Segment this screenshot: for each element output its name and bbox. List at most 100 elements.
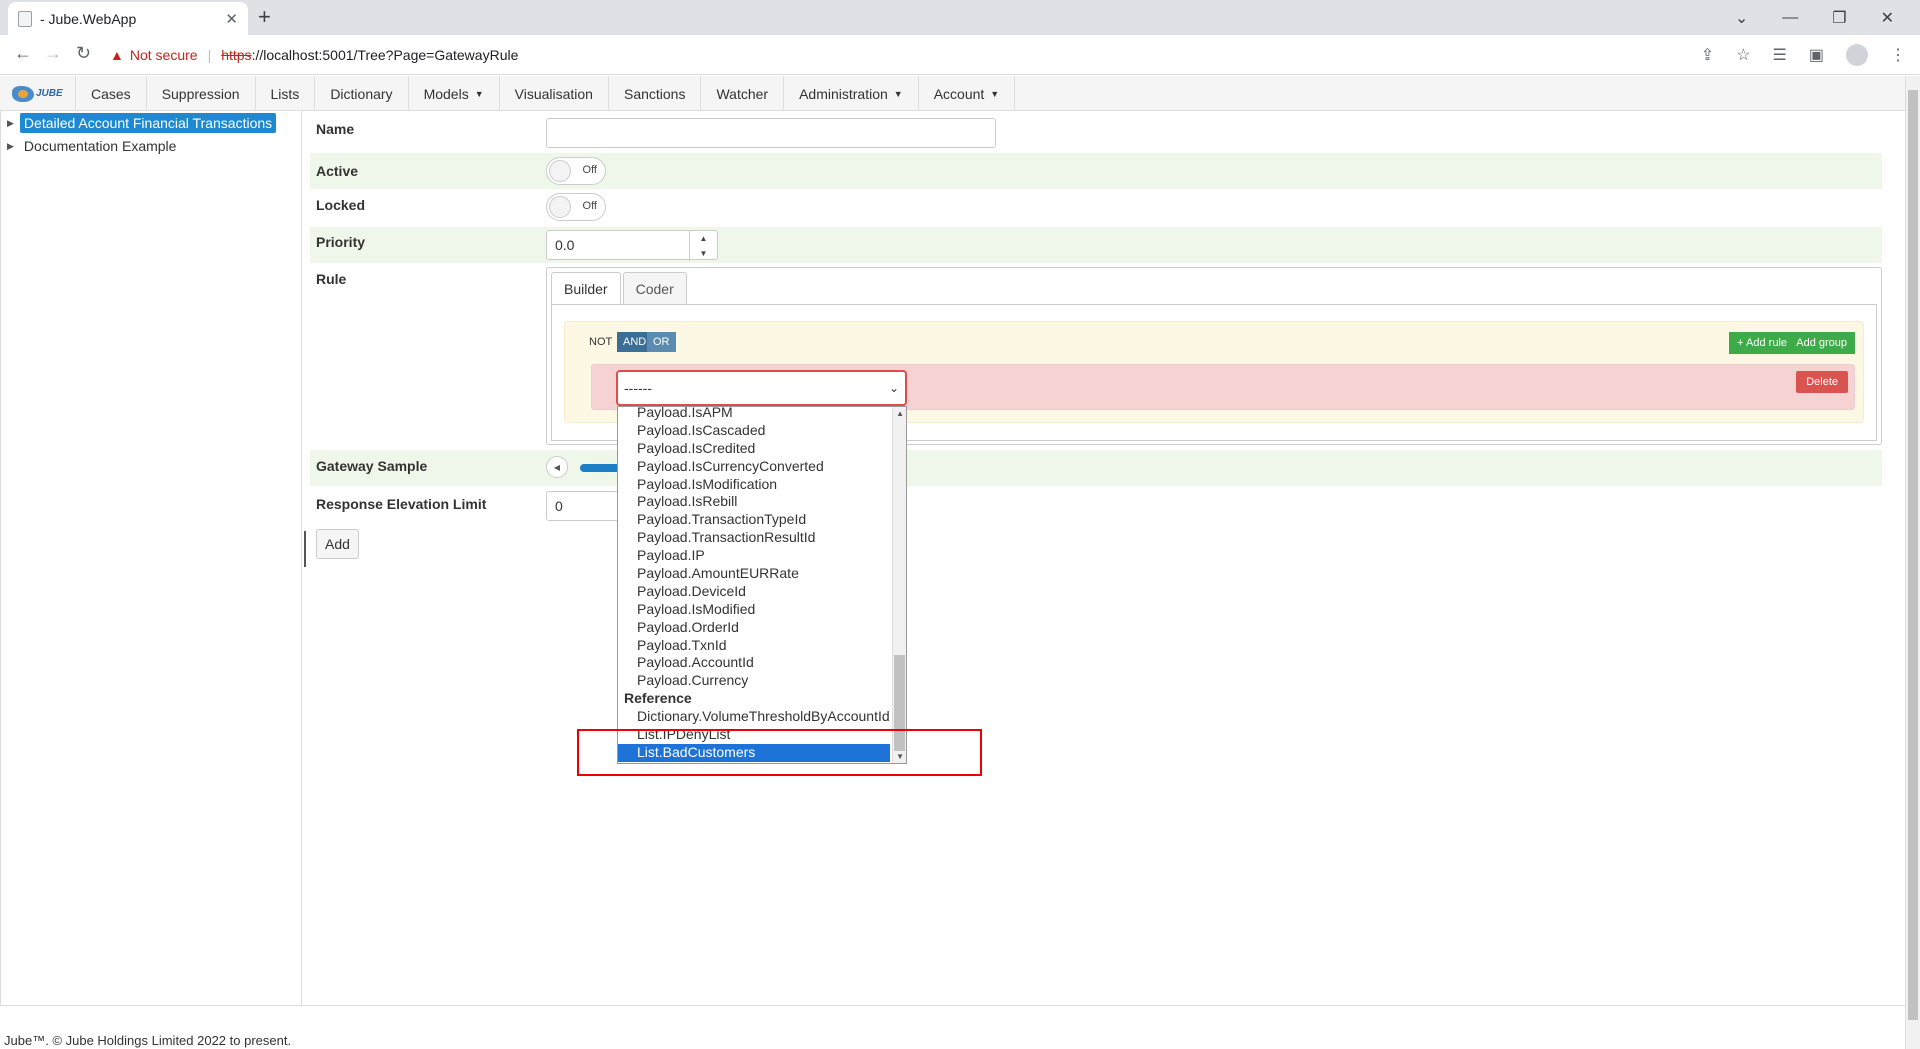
gateway-sample-row: Gateway Sample ◀ bbox=[310, 450, 1882, 486]
menu-models[interactable]: Models ▼ bbox=[409, 76, 500, 111]
menu-account[interactable]: Account ▼ bbox=[919, 76, 1016, 111]
dropdown-option[interactable]: Payload.DeviceId bbox=[618, 583, 906, 601]
or-button[interactable]: OR bbox=[647, 332, 676, 352]
arrow-down-icon[interactable]: ▼ bbox=[700, 249, 708, 258]
add-button[interactable]: Add bbox=[316, 529, 359, 559]
response-elevation-input[interactable]: 0 bbox=[546, 491, 626, 521]
model-tree-sidebar: ▶ Detailed Account Financial Transaction… bbox=[0, 111, 302, 1005]
dropdown-option[interactable]: Payload.IsModification bbox=[618, 476, 906, 494]
dropdown-option[interactable]: Payload.OrderId bbox=[618, 619, 906, 637]
select-value: ------ bbox=[624, 380, 652, 396]
security-label: Not secure bbox=[129, 47, 198, 63]
app-menu-bar: JUBE Cases Suppression Lists Dictionary … bbox=[0, 76, 1905, 111]
response-elevation-row: Response Elevation Limit 0 bbox=[310, 488, 1882, 524]
add-rule-button[interactable]: + Add rule bbox=[1729, 332, 1795, 354]
url-field[interactable]: ▲ Not secure | https ://localhost:5001/T… bbox=[110, 39, 1730, 71]
menu-dictionary[interactable]: Dictionary bbox=[315, 76, 409, 111]
menu-sanctions[interactable]: Sanctions bbox=[609, 76, 702, 111]
gateway-sample-slider[interactable] bbox=[580, 464, 620, 472]
dropdown-option[interactable]: Payload.TxnId bbox=[618, 637, 906, 655]
dropdown-option[interactable]: Payload.Currency bbox=[618, 672, 906, 690]
reading-list-icon[interactable]: ☰ bbox=[1773, 45, 1787, 65]
dropdown-scrollbar[interactable]: ▲ ▼ bbox=[892, 407, 906, 763]
tree-item-documentation-example[interactable]: ▶ Documentation Example bbox=[7, 136, 180, 156]
page-scrollbar[interactable] bbox=[1905, 76, 1920, 1049]
sidebar-resize-handle[interactable] bbox=[302, 531, 306, 567]
warning-icon: ▲ bbox=[110, 47, 124, 63]
dropdown-option[interactable]: Payload.IsAPM bbox=[618, 407, 906, 422]
expand-triangle-icon[interactable]: ▶ bbox=[7, 141, 14, 152]
reload-icon[interactable]: ↻ bbox=[76, 43, 91, 64]
not-toggle[interactable]: NOT bbox=[589, 336, 612, 348]
field-dropdown-list[interactable]: Payload.IsAPM Payload.IsCascaded Payload… bbox=[617, 406, 907, 764]
expand-triangle-icon[interactable]: ▶ bbox=[7, 118, 14, 129]
logo-text: JUBE bbox=[36, 88, 63, 99]
dropdown-option[interactable]: Payload.IsCurrencyConverted bbox=[618, 458, 906, 476]
forward-icon[interactable]: → bbox=[44, 43, 62, 64]
menu-lists[interactable]: Lists bbox=[256, 76, 316, 111]
menu-cases[interactable]: Cases bbox=[76, 76, 147, 111]
menu-label: Lists bbox=[270, 85, 300, 102]
menu-suppression[interactable]: Suppression bbox=[147, 76, 256, 111]
share-icon[interactable]: ⇪ bbox=[1701, 45, 1714, 65]
caret-down-icon: ▼ bbox=[474, 88, 484, 99]
rule-field-select[interactable]: ------ ⌄ bbox=[616, 370, 907, 406]
back-icon[interactable]: ← bbox=[14, 43, 32, 64]
minimize-icon[interactable]: — bbox=[1782, 9, 1798, 27]
active-label: Active bbox=[316, 163, 359, 179]
priority-label: Priority bbox=[316, 234, 366, 250]
dropdown-option[interactable]: Payload.AmountEURRate bbox=[618, 565, 906, 583]
active-toggle[interactable]: Off bbox=[546, 157, 606, 185]
scroll-up-icon[interactable]: ▲ bbox=[896, 409, 904, 418]
dropdown-option[interactable]: Payload.TransactionTypeId bbox=[618, 511, 906, 529]
add-group-button[interactable]: Add group bbox=[1788, 332, 1855, 354]
menu-label: Visualisation bbox=[514, 85, 593, 102]
gateway-sample-label: Gateway Sample bbox=[316, 458, 428, 474]
menu-administration[interactable]: Administration ▼ bbox=[784, 76, 919, 111]
slider-left-icon[interactable]: ◀ bbox=[546, 456, 568, 478]
jube-logo[interactable]: JUBE bbox=[0, 76, 76, 111]
arrow-up-icon[interactable]: ▲ bbox=[700, 234, 708, 243]
priority-stepper[interactable]: ▲ ▼ bbox=[689, 231, 717, 261]
jube-logo-icon bbox=[12, 85, 34, 102]
tree-item-detailed-account[interactable]: ▶ Detailed Account Financial Transaction… bbox=[7, 113, 277, 133]
url-path: ://localhost:5001/Tree?Page=GatewayRule bbox=[251, 47, 519, 63]
dropdown-option[interactable]: Payload.AccountId bbox=[618, 654, 906, 672]
dropdown-option[interactable]: Dictionary.VolumeThresholdByAccountId bbox=[618, 708, 906, 726]
priority-input[interactable]: 0.0 ▲ ▼ bbox=[546, 230, 718, 261]
dropdown-option[interactable]: Payload.IP bbox=[618, 547, 906, 565]
menu-label: Dictionary bbox=[330, 85, 393, 102]
dropdown-option[interactable]: Payload.IsCascaded bbox=[618, 422, 906, 440]
priority-row: Priority 0.0 ▲ ▼ bbox=[310, 227, 1882, 263]
dropdown-option[interactable]: Payload.IsCredited bbox=[618, 440, 906, 458]
dropdown-option[interactable]: Payload.TransactionResultId bbox=[618, 529, 906, 547]
menu-visualisation[interactable]: Visualisation bbox=[500, 76, 609, 111]
dropdown-group-reference: Reference bbox=[624, 690, 692, 707]
dropdown-option[interactable]: Payload.IsRebill bbox=[618, 493, 906, 511]
priority-value: 0.0 bbox=[555, 237, 575, 253]
name-row: Name bbox=[310, 111, 1882, 149]
restore-icon[interactable]: ❐ bbox=[1832, 8, 1846, 28]
page-scroll-thumb[interactable] bbox=[1908, 90, 1918, 1020]
locked-row: Locked Off bbox=[310, 189, 1882, 225]
browser-tab[interactable]: - Jube.WebApp ✕ bbox=[8, 2, 248, 35]
page-footer: Jube™. © Jube Holdings Limited 2022 to p… bbox=[0, 1005, 1905, 1049]
url-separator: | bbox=[207, 47, 212, 63]
tab-search-icon[interactable]: ⌄ bbox=[1735, 8, 1748, 28]
close-window-icon[interactable]: ✕ bbox=[1881, 8, 1894, 28]
dropdown-option[interactable]: Payload.IsModified bbox=[618, 601, 906, 619]
menu-watcher[interactable]: Watcher bbox=[701, 76, 785, 111]
delete-rule-button[interactable]: Delete bbox=[1796, 371, 1848, 393]
locked-toggle[interactable]: Off bbox=[546, 193, 606, 221]
new-tab-button[interactable]: + bbox=[258, 4, 271, 30]
profile-avatar-icon[interactable] bbox=[1846, 44, 1868, 66]
bookmark-star-icon[interactable]: ☆ bbox=[1736, 45, 1750, 65]
name-input[interactable] bbox=[546, 118, 996, 148]
browser-tab-strip: - Jube.WebApp ✕ + ⌄ — ❐ ✕ bbox=[0, 0, 1920, 35]
menu-label: Account bbox=[933, 85, 985, 102]
browser-menu-icon[interactable]: ⋮ bbox=[1890, 45, 1906, 65]
tab-coder[interactable]: Coder bbox=[622, 272, 687, 304]
tab-builder[interactable]: Builder bbox=[551, 272, 621, 304]
side-panel-icon[interactable]: ▣ bbox=[1809, 45, 1824, 65]
close-tab-icon[interactable]: ✕ bbox=[225, 10, 238, 28]
